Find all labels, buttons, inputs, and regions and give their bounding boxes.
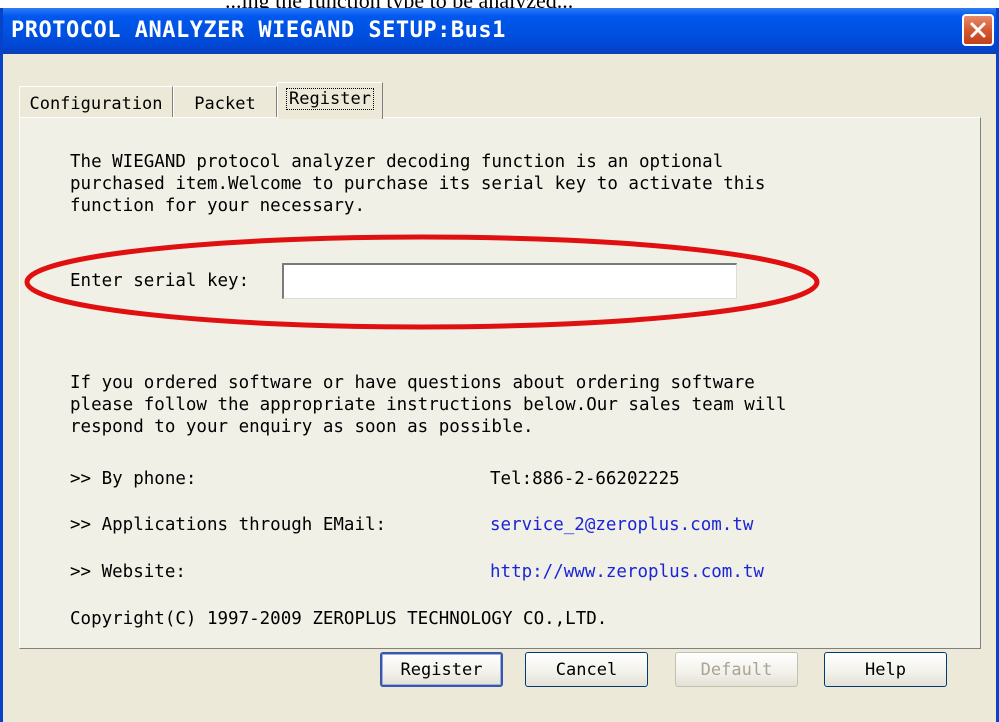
intro-text: The WIEGAND protocol analyzer decoding f… <box>70 151 765 217</box>
phone-label: >> By phone: <box>70 469 197 489</box>
tab-register-label: Register <box>286 88 374 110</box>
register-panel: The WIEGAND protocol analyzer decoding f… <box>19 117 981 649</box>
default-button[interactable]: Default <box>675 652 798 687</box>
info-line: respond to your enquiry as soon as possi… <box>70 417 534 437</box>
info-text: If you ordered software or have question… <box>70 372 786 438</box>
info-line: please follow the appropriate instructio… <box>70 395 787 415</box>
tab-configuration-label: Configuration <box>29 94 163 114</box>
email-label: >> Applications through EMail: <box>70 515 387 535</box>
email-link[interactable]: service_2@zeroplus.com.tw <box>490 515 753 535</box>
intro-line: function for your necessary. <box>70 196 366 216</box>
website-label: >> Website: <box>70 562 186 582</box>
close-x-icon <box>970 22 986 38</box>
background-document-strip: ...ing the function type to be analyzed.… <box>0 0 999 8</box>
close-button[interactable] <box>962 14 994 46</box>
website-link[interactable]: http://www.zeroplus.com.tw <box>490 562 764 582</box>
help-button[interactable]: Help <box>824 652 947 687</box>
wiegand-setup-dialog: PROTOCOL ANALYZER WIEGAND SETUP:Bus1 Con… <box>0 8 999 722</box>
copyright-text: Copyright(C) 1997-2009 ZEROPLUS TECHNOLO… <box>70 609 608 629</box>
tab-packet[interactable]: Packet <box>173 86 277 118</box>
cancel-button[interactable]: Cancel <box>525 652 648 687</box>
background-document-text: ...ing the function type to be analyzed.… <box>225 0 573 8</box>
serial-key-input[interactable] <box>282 263 737 299</box>
tab-packet-label: Packet <box>194 94 256 114</box>
register-button[interactable]: Register <box>380 652 503 687</box>
phone-value: Tel:886-2-66202225 <box>490 469 680 489</box>
tab-configuration[interactable]: Configuration <box>19 86 173 118</box>
window-title: PROTOCOL ANALYZER WIEGAND SETUP:Bus1 <box>11 18 506 43</box>
tab-register[interactable]: Register <box>277 82 383 119</box>
info-line: If you ordered software or have question… <box>70 373 755 393</box>
title-bar[interactable]: PROTOCOL ANALYZER WIEGAND SETUP:Bus1 <box>3 8 996 54</box>
serial-key-label: Enter serial key: <box>70 271 250 291</box>
intro-line: The WIEGAND protocol analyzer decoding f… <box>70 152 724 172</box>
intro-line: purchased item.Welcome to purchase its s… <box>70 174 766 194</box>
